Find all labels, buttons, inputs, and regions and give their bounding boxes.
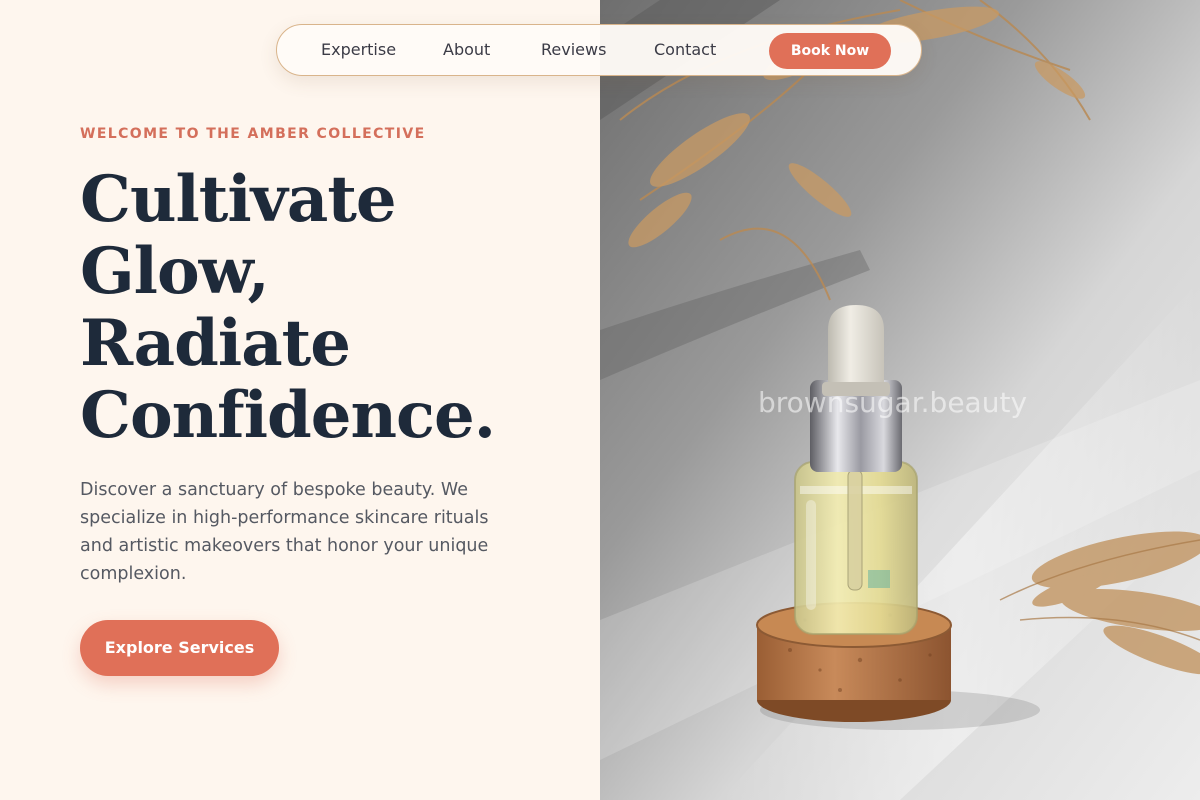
hero-headline: Cultivate Glow, Radiate Confidence.: [80, 164, 580, 452]
nav-link-reviews[interactable]: Reviews: [541, 25, 606, 77]
headline-line: Confidence.: [80, 378, 496, 453]
explore-services-button[interactable]: Explore Services: [80, 620, 279, 676]
watermark-text: brownsugar.beauty: [758, 386, 1028, 419]
hero-eyebrow: WELCOME TO THE AMBER COLLECTIVE: [80, 126, 426, 142]
headline-line: Glow,: [80, 234, 270, 309]
top-navigation: Expertise About Reviews Contact Book Now: [276, 24, 922, 76]
nav-link-about[interactable]: About: [443, 25, 490, 77]
book-now-button[interactable]: Book Now: [769, 33, 891, 69]
headline-line: Radiate: [80, 306, 351, 381]
nav-link-contact[interactable]: Contact: [654, 25, 716, 77]
hero-description: Discover a sanctuary of bespoke beauty. …: [80, 480, 489, 584]
hero-panel: WELCOME TO THE AMBER COLLECTIVE Cultivat…: [0, 0, 600, 800]
headline-line: Cultivate: [80, 162, 397, 237]
nav-link-expertise[interactable]: Expertise: [321, 25, 396, 77]
